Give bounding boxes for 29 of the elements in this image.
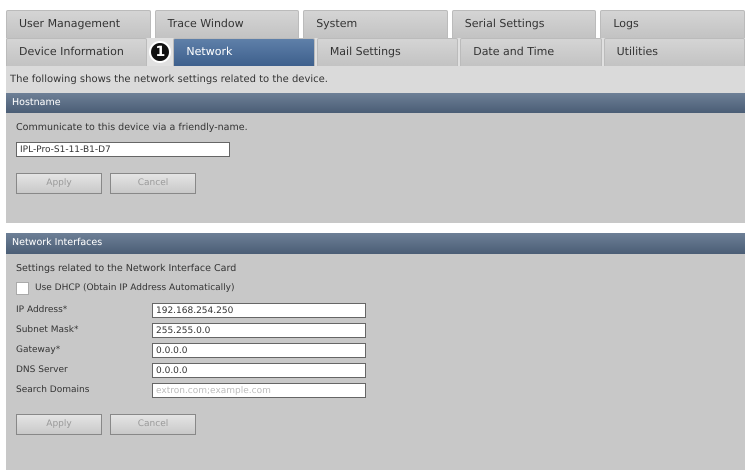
input-field[interactable]: 0.0.0.0 bbox=[152, 363, 366, 378]
hint-text: Communicate to this device via a friendly-name. bbox=[16, 121, 249, 136]
dhcp-checkbox[interactable] bbox=[16, 282, 29, 295]
hint-text: Settings related to the Network Interface Card bbox=[16, 262, 238, 276]
tab[interactable]: Mail Settings bbox=[316, 38, 458, 66]
input-field[interactable]: 192.168.254.250 bbox=[152, 303, 366, 318]
field-label: Subnet Mask* bbox=[16, 324, 80, 337]
tab[interactable]: Logs bbox=[600, 10, 745, 38]
input-field[interactable]: 0.0.0.0 bbox=[152, 343, 366, 358]
callout-badge: 1 bbox=[149, 41, 172, 63]
checkbox-label: Use DHCP (Obtain IP Address Automatically) bbox=[35, 282, 235, 295]
tab[interactable]: Utilities bbox=[604, 38, 746, 66]
field-label: DNS Server bbox=[16, 364, 69, 377]
field-label: IP Address* bbox=[16, 304, 68, 317]
tab[interactable]: Network bbox=[173, 38, 315, 66]
section-header: Network Interfaces bbox=[6, 233, 745, 254]
field-label: Gateway* bbox=[16, 344, 62, 357]
input-field[interactable]: extron.com;example.com bbox=[152, 383, 366, 398]
section-header: Hostname bbox=[6, 93, 745, 114]
input-field[interactable]: 255.255.0.0 bbox=[152, 323, 366, 338]
tab[interactable]: Serial Settings bbox=[452, 10, 596, 38]
field-label: Search Domains bbox=[16, 384, 90, 397]
tab[interactable]: Device Information bbox=[6, 38, 148, 66]
hostname-field[interactable]: IPL-Pro-S1-11-B1-D7 bbox=[16, 142, 230, 157]
tab[interactable]: Trace Window bbox=[154, 10, 300, 38]
tab[interactable]: Date and Time bbox=[460, 38, 602, 66]
tab[interactable]: User Management bbox=[6, 10, 151, 38]
tab[interactable]: System bbox=[303, 10, 448, 38]
description-text: The following shows the network settings related to the device. bbox=[6, 66, 745, 93]
